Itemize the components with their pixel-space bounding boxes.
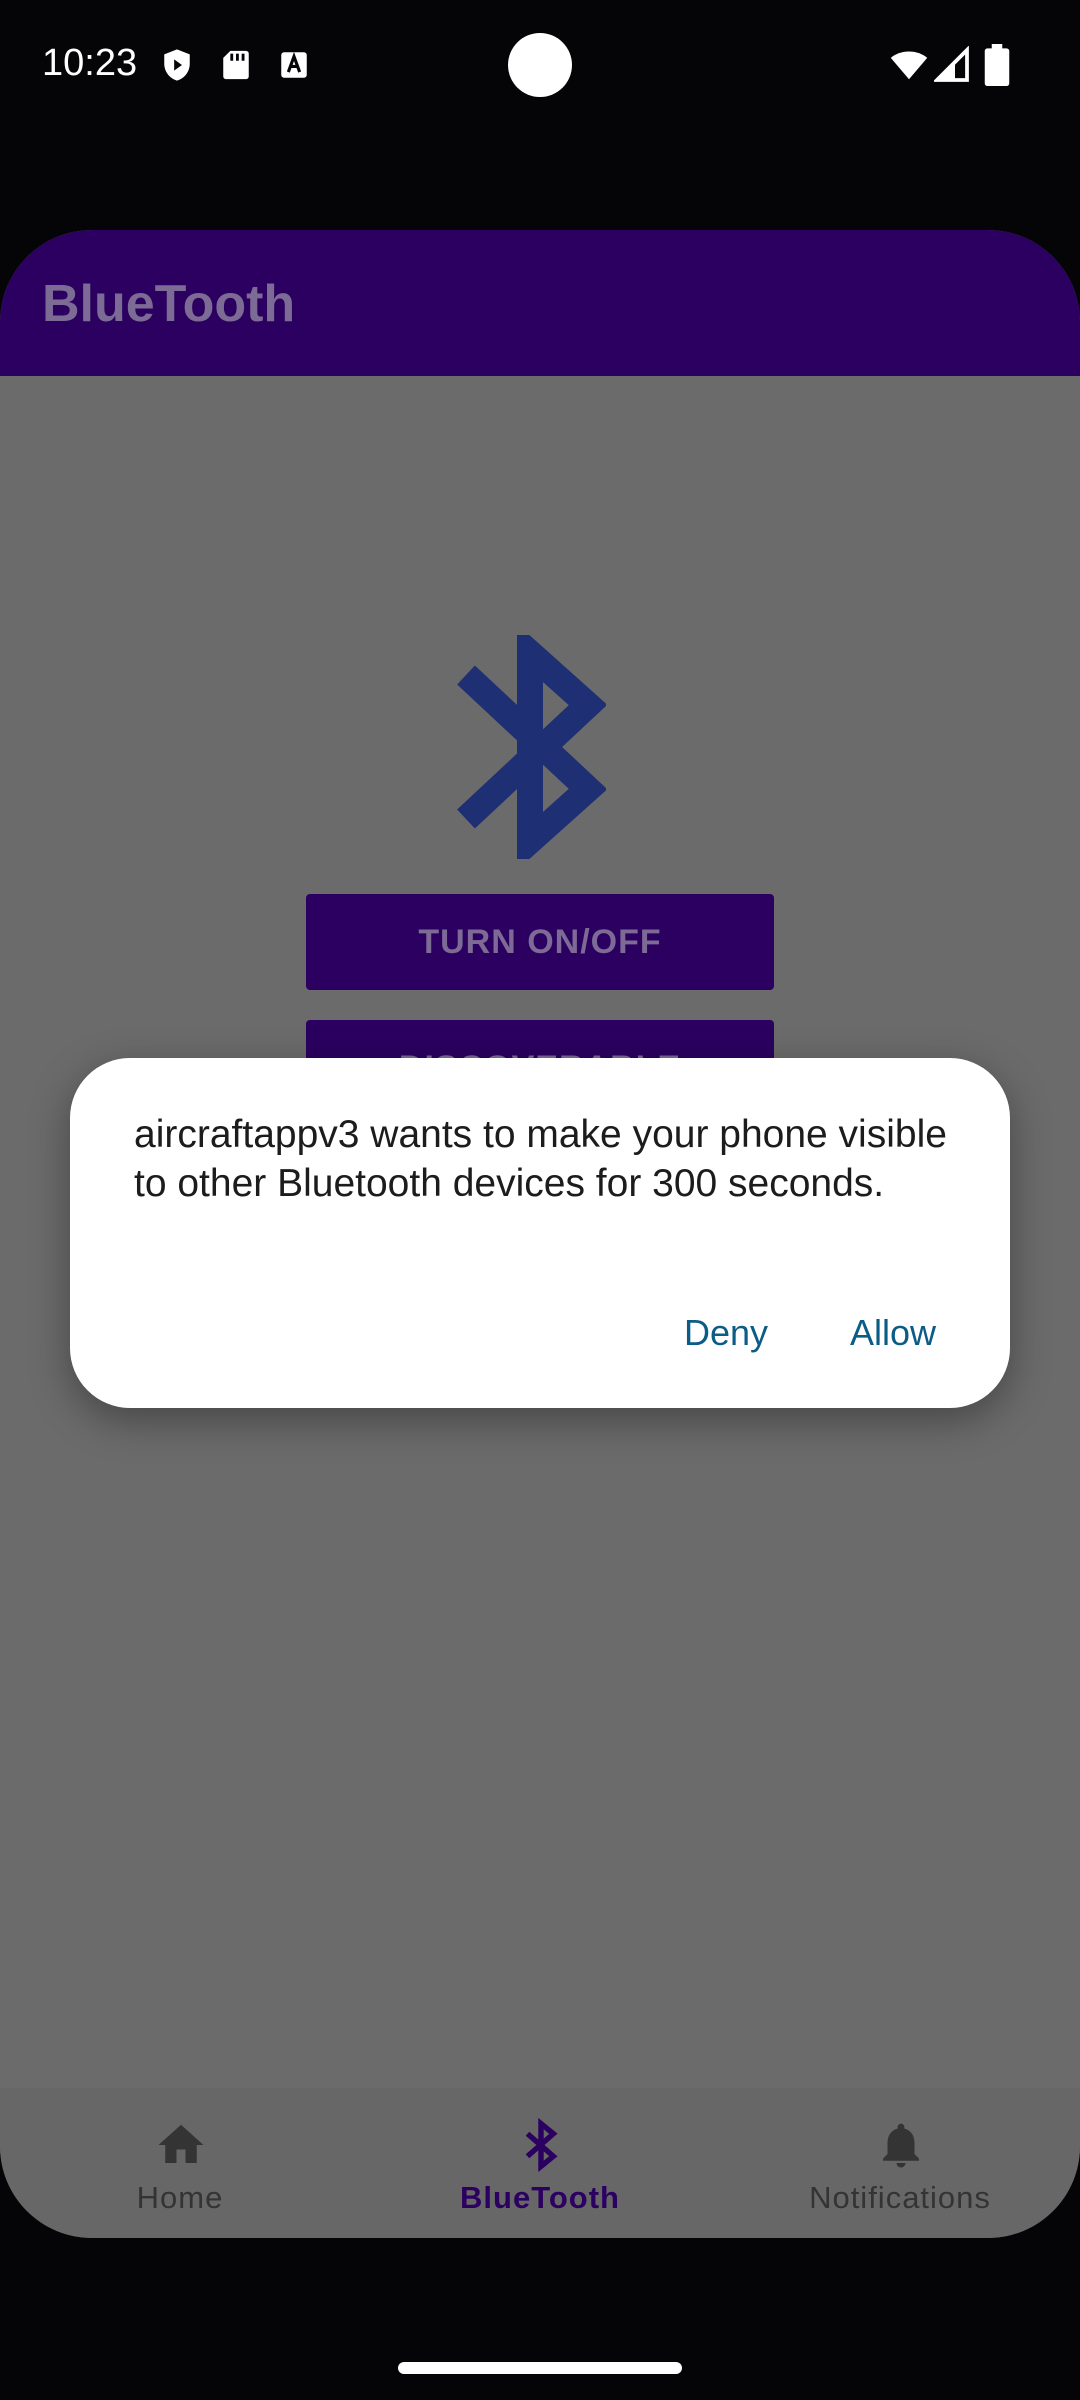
status-bar: 10:23 [0, 0, 1080, 140]
text-a-icon [281, 51, 307, 78]
signal-icon [934, 46, 969, 82]
status-time: 10:23 [42, 42, 138, 84]
deny-button[interactable]: Deny [684, 1312, 768, 1354]
nav-label-home: Home [136, 2180, 224, 2215]
sd-card-icon [223, 50, 249, 80]
nav-item-home[interactable]: Home [0, 2088, 360, 2238]
turn-on-off-button[interactable]: TURN ON/OFF [306, 894, 774, 990]
page-title: BlueTooth [42, 275, 296, 333]
allow-button[interactable]: Allow [850, 1312, 936, 1354]
nav-item-bluetooth[interactable]: BlueTooth [360, 2088, 720, 2238]
wifi-icon [890, 51, 928, 80]
bluetooth-icon [457, 635, 606, 859]
play-protect-icon [164, 49, 190, 81]
home-icon [158, 2124, 204, 2163]
battery-icon [984, 44, 1010, 86]
front-camera [508, 33, 572, 97]
nav-label-notifications: Notifications [809, 2180, 991, 2215]
app-bar: BlueTooth [0, 230, 1080, 376]
nav-item-notifications[interactable]: Notifications [720, 2088, 1080, 2238]
bottom-navigation: Home BlueTooth Notifications [0, 2088, 1080, 2238]
bluetooth-discoverable-dialog: aircraftappv3 wants to make your phone v… [70, 1058, 1010, 1408]
bell-icon [883, 2123, 919, 2168]
nav-label-bluetooth: BlueTooth [460, 2180, 620, 2215]
dialog-message: aircraftappv3 wants to make your phone v… [134, 1113, 947, 1205]
gesture-home-handle[interactable] [398, 2362, 682, 2374]
bluetooth-icon [525, 2118, 558, 2172]
